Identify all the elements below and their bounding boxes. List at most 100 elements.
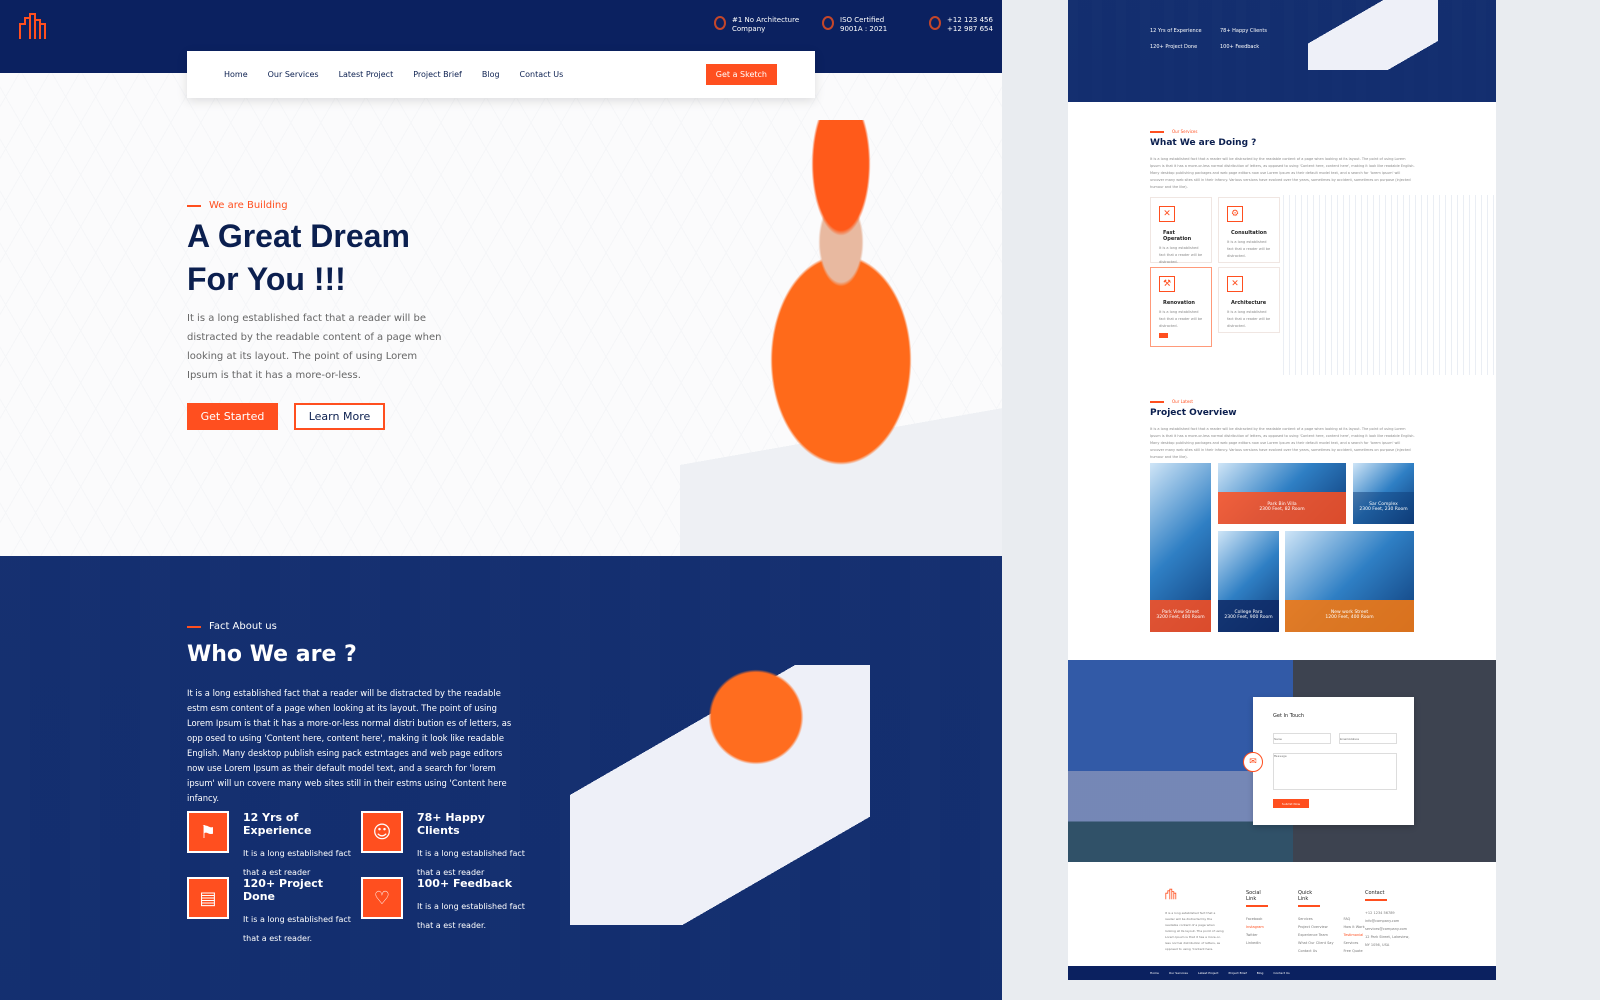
linkedin-link[interactable]: LinkedIn	[1246, 939, 1268, 947]
quick-link[interactable]: Experience Team	[1298, 931, 1334, 939]
homepage-mockup: #1 No Architecture Company ISO Certified 9…	[0, 0, 1002, 1000]
footer-bottom-nav: Home Our Services Latest Project Project Br…	[1068, 966, 1496, 980]
chat-heart-icon: ♡	[361, 877, 403, 919]
main-nav: Home Our Services Latest Project Project…	[187, 51, 815, 98]
contact-line: +12 1234 56789	[1365, 911, 1395, 915]
mail-icon: ✉	[1243, 752, 1263, 772]
blueprint-icon: ▤	[187, 877, 229, 919]
nav-services[interactable]: Our Services	[268, 70, 319, 79]
tools-icon: ✕	[1159, 206, 1175, 222]
page-preview: 12 Yrs of Experience 78+ Happy Clients 1…	[1068, 0, 1496, 980]
footer-social-title: Social Link	[1246, 890, 1268, 907]
service-card[interactable]: ⚙ Consultation It is a long established fa…	[1218, 197, 1280, 263]
nav-blog[interactable]: Blog	[482, 70, 500, 79]
quick-link[interactable]: How it Work	[1344, 923, 1365, 931]
renovation-icon: ⚒	[1159, 276, 1175, 292]
projects-text: It is a long established fact that a rea…	[1150, 427, 1415, 459]
contact-form: Get In Touch Submit Now	[1253, 697, 1414, 825]
footer-quick-title: Quick Link	[1298, 890, 1320, 907]
bottom-nav-link[interactable]: Blog	[1257, 971, 1264, 980]
contact-line: services@company.com	[1365, 927, 1408, 931]
footer-contact-title: Contact	[1365, 890, 1387, 901]
hero-title: A Great Dream For You !!!	[187, 218, 410, 297]
quick-link[interactable]: Testimonial	[1344, 931, 1365, 939]
quick-link[interactable]: What Our Client Say	[1298, 939, 1334, 947]
stat-feedback: ♡ 100+ Feedback It is a long established f…	[361, 877, 531, 932]
nav-project-brief[interactable]: Project Brief	[413, 70, 462, 79]
quick-link[interactable]: Contact Us	[1298, 947, 1334, 955]
name-input[interactable]	[1273, 733, 1331, 744]
contact-line: NY 1056, USA	[1365, 943, 1390, 947]
instagram-link[interactable]: Instagram	[1246, 923, 1268, 931]
quick-link[interactable]: Services	[1344, 939, 1365, 947]
about-kicker: Fact About us	[187, 621, 277, 632]
info-iso: ISO Certified 9001A : 2021	[822, 16, 887, 34]
preview-about: 12 Yrs of Experience 78+ Happy Clients 1…	[1068, 0, 1496, 102]
service-card[interactable]: ✕ Fast Operation It is a long established …	[1150, 197, 1212, 264]
quick-link[interactable]: Free Quote	[1344, 947, 1365, 955]
bottom-nav-link[interactable]: Project Brief	[1228, 971, 1246, 980]
facebook-link[interactable]: Facebook	[1246, 915, 1268, 923]
project-card[interactable]: College Para 2300 Feet, 900 Room	[1218, 531, 1279, 632]
stat-experience: ⚑ 12 Yrs of Experience It is a long establ…	[187, 811, 357, 879]
footer-logo-icon	[1165, 888, 1177, 900]
certificate-icon	[822, 16, 834, 30]
bottom-nav-link[interactable]: Our Services	[1169, 971, 1188, 980]
preview-stat: 120+ Project Done	[1150, 44, 1198, 50]
service-card[interactable]: ✕ Architecture It is a long established fa…	[1218, 267, 1280, 333]
twitter-link[interactable]: Twitter	[1246, 931, 1268, 939]
message-input[interactable]	[1273, 753, 1397, 790]
architecture-icon: ✕	[1227, 276, 1243, 292]
preview-stat: 100+ Feedback	[1220, 44, 1260, 50]
bottom-nav-link[interactable]: Contact Us	[1273, 971, 1289, 980]
stat-projects: ▤ 120+ Project Done It is a long establish…	[187, 877, 357, 945]
nav-home[interactable]: Home	[224, 70, 248, 79]
preview-stat: 12 Yrs of Experience	[1150, 28, 1202, 34]
about-title: Who We are ?	[187, 642, 357, 667]
quick-link[interactable]: FAQ	[1344, 915, 1365, 923]
phone-icon	[929, 16, 941, 30]
info-award: #1 No Architecture Company	[714, 16, 799, 34]
preview-helmet-image	[1308, 0, 1438, 70]
learn-more-button[interactable]: Learn More	[294, 403, 385, 430]
projects-kicker: Our Latest	[1150, 399, 1193, 404]
info-phone: +12 123 456 +12 987 654	[929, 16, 993, 34]
hero-kicker: We are Building	[187, 200, 288, 211]
preview-stat: 78+ Happy Clients	[1220, 28, 1267, 34]
project-card[interactable]: Sar Complex 2300 Feet, 230 Room	[1353, 463, 1414, 524]
get-started-button[interactable]: Get Started	[187, 403, 278, 430]
stairs-flag-icon: ⚑	[187, 811, 229, 853]
arrow-button[interactable]	[1159, 333, 1168, 338]
contact-line: 12 Park Street, Lakeview,	[1365, 935, 1410, 939]
nav-contact[interactable]: Contact Us	[520, 70, 564, 79]
get-sketch-button[interactable]: Get a Sketch	[705, 64, 777, 85]
project-card[interactable]: Park View Street 3200 Feet, 400 Room	[1150, 463, 1211, 632]
project-card[interactable]: Park Bin Villa 2300 Feet, 82 Room	[1218, 463, 1346, 524]
consult-icon: ⚙	[1227, 206, 1243, 222]
project-card[interactable]: New work Street 1200 Feet, 400 Room	[1285, 531, 1414, 632]
house-sketch-image	[1283, 195, 1496, 375]
quick-link[interactable]: Project Overview	[1298, 923, 1334, 931]
projects-title: Project Overview	[1150, 408, 1237, 418]
smiley-icon: ☺	[361, 811, 403, 853]
trophy-icon	[714, 16, 726, 30]
helmet-blueprint-image	[570, 665, 870, 925]
hero-text: It is a long established fact that a rea…	[187, 313, 442, 381]
nav-latest-project[interactable]: Latest Project	[339, 70, 394, 79]
footer-about: It is a long established fact that a rea…	[1165, 911, 1224, 951]
bottom-nav-link[interactable]: Home	[1150, 971, 1159, 980]
services-title: What We are Doing ?	[1150, 138, 1257, 148]
quick-link[interactable]: Services	[1298, 915, 1334, 923]
stat-clients: ☺ 78+ Happy Clients It is a long establish…	[361, 811, 531, 879]
engineer-image	[680, 120, 1002, 556]
service-card-active[interactable]: ⚒ Renovation It is a long established fact…	[1150, 267, 1212, 347]
services-kicker: Our Services	[1150, 129, 1197, 134]
bottom-nav-link[interactable]: Latest Project	[1198, 971, 1219, 980]
contact-title: Get In Touch	[1273, 713, 1305, 719]
about-text: It is a long established fact that a rea…	[187, 688, 512, 803]
logo-icon[interactable]	[18, 12, 48, 40]
submit-button[interactable]: Submit Now	[1273, 799, 1309, 808]
email-input[interactable]	[1339, 733, 1397, 744]
contact-line: info@company.com	[1365, 919, 1400, 923]
services-text: It is a long established fact that a rea…	[1150, 157, 1415, 189]
